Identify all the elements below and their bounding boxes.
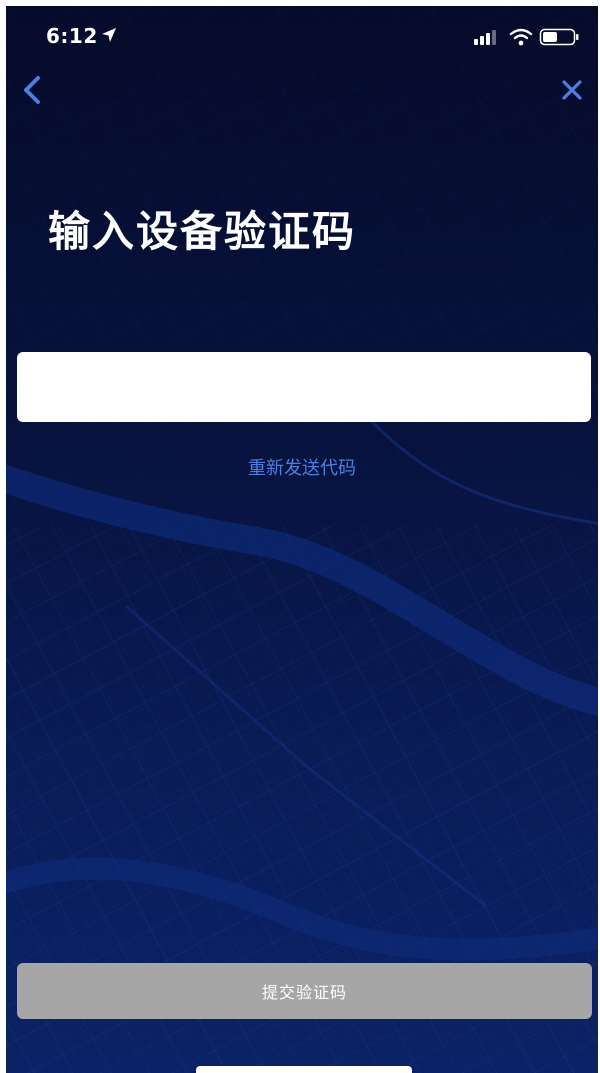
city-map-background [6,6,598,1073]
verification-screen: 6:12 输入设备验证码 重新发送代码 提交验证码 [6,6,598,1073]
page-title: 输入设备验证码 [48,207,357,256]
wifi-icon [509,28,533,46]
home-indicator [196,1066,412,1073]
resend-code-link[interactable]: 重新发送代码 [6,454,598,480]
close-icon[interactable] [558,76,586,104]
status-time: 6:12 [46,24,98,48]
verification-code-input[interactable] [17,352,591,422]
location-arrow-icon [102,28,116,42]
chevron-left-icon[interactable] [18,72,48,108]
submit-code-button[interactable]: 提交验证码 [17,963,592,1019]
signal-icon [474,30,496,45]
status-bar: 6:12 [6,6,598,66]
status-icons [474,28,579,46]
battery-icon [539,28,579,46]
